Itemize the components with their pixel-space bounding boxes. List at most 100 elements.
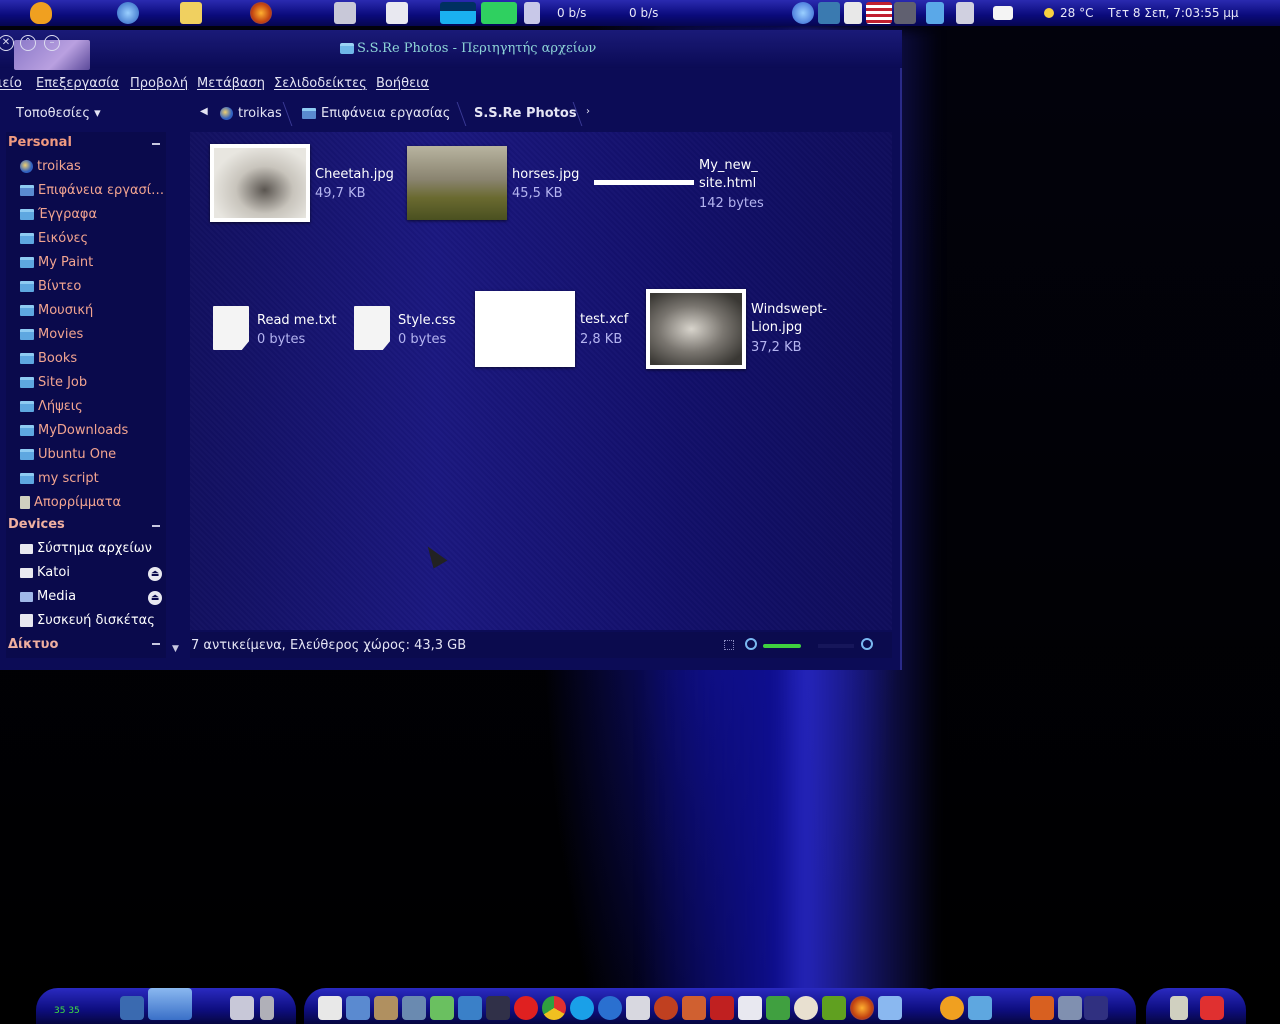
sidebar-item-videos[interactable]: Βίντεο (20, 279, 164, 294)
close-window-icon[interactable] (386, 2, 408, 24)
zoom-slider[interactable] (763, 644, 801, 648)
weather-temperature[interactable]: 28 °C (1060, 6, 1093, 20)
collapse-personal-icon[interactable] (152, 143, 160, 145)
zoom-out-icon[interactable] (745, 638, 757, 650)
sidebar-header-devices[interactable]: Devices (8, 517, 65, 532)
menu-file[interactable]: ιείο (0, 76, 22, 91)
file-name-line1[interactable]: My_new_ (699, 157, 758, 175)
breadcrumb-desktop[interactable]: Επιφάνεια εργασίας (302, 106, 450, 121)
breadcrumb-forward-arrow[interactable]: › (586, 106, 590, 117)
chrome-icon[interactable] (542, 996, 566, 1020)
sidebar-header-network[interactable]: Δίκτυο (8, 637, 58, 652)
sidebar-item-movies[interactable]: Movies (20, 327, 164, 342)
sidebar-item-books[interactable]: Books (20, 351, 164, 366)
minimize-icon[interactable]: – (44, 35, 60, 51)
screenshot-icon[interactable] (334, 2, 356, 24)
panel-clock[interactable]: Τετ 8 Σεπ, 7:03:55 μμ (1108, 6, 1239, 20)
desktop-icon[interactable] (120, 996, 144, 1020)
sticky-note-icon[interactable] (180, 2, 202, 24)
collapse-devices-icon[interactable] (152, 525, 160, 527)
css-file-icon[interactable] (354, 306, 390, 350)
mail-icon[interactable] (993, 6, 1013, 20)
sidebar-item-site-job[interactable]: Site Job (20, 375, 164, 390)
skype-icon[interactable] (570, 996, 594, 1020)
sidebar-item-desktop[interactable]: Επιφάνεια εργασί… (20, 183, 164, 198)
breadcrumb-troikas[interactable]: troikas (220, 106, 282, 121)
zoom-in-icon[interactable] (861, 638, 873, 650)
puzzle-icon[interactable] (766, 996, 790, 1020)
sidebar-item-filesystem[interactable]: Σύστημα αρχείων (20, 541, 164, 556)
menu-bookmarks[interactable]: Σελιδοδείκτες (274, 76, 367, 91)
sidebar-scroll-down-icon[interactable]: ▼ (172, 644, 179, 654)
game-icon[interactable] (822, 996, 846, 1020)
sidebar-item-mydownloads[interactable]: MyDownloads (20, 423, 164, 438)
menu-go[interactable]: Μετάβαση (197, 76, 265, 91)
file-thumbnail-cheetah[interactable] (210, 144, 310, 222)
cpu-monitor-icon[interactable] (440, 2, 476, 24)
text-editor-icon[interactable] (318, 996, 342, 1020)
window-titlebar[interactable]: ✕ ⌃ – S.S.Re Photos - Περιηγητής αρχείων (0, 30, 902, 70)
system-monitor-icon[interactable] (230, 996, 254, 1020)
folder-icon[interactable] (968, 996, 992, 1020)
firefox-window-icon[interactable] (1030, 996, 1054, 1020)
screenshot-icon[interactable] (626, 996, 650, 1020)
gnome-foot-icon[interactable] (30, 2, 52, 24)
file-view[interactable]: Cheetah.jpg 49,7 KB horses.jpg 45,5 KB M… (190, 132, 892, 630)
collapse-network-icon[interactable] (152, 643, 160, 645)
file-name[interactable]: Style.css (398, 312, 455, 330)
menu-help[interactable]: Βοήθεια (376, 76, 429, 91)
volume-icon[interactable] (956, 2, 974, 24)
dropbox-icon[interactable] (926, 2, 944, 24)
bird-icon[interactable] (794, 996, 818, 1020)
network-manager-icon[interactable] (894, 2, 916, 24)
us-flag-icon[interactable] (866, 2, 892, 24)
firefox-icon[interactable] (250, 2, 272, 24)
file-name[interactable]: test.xcf (580, 311, 628, 329)
sidebar-item-katoi[interactable]: Katoi (20, 565, 164, 580)
media-icon[interactable] (654, 996, 678, 1020)
dock-clock-label[interactable]: 35 35 (54, 1006, 80, 1016)
eject-katoi-icon[interactable]: ⏏ (148, 567, 162, 581)
globe-icon[interactable] (598, 996, 622, 1020)
window-preview-icon[interactable] (1084, 996, 1108, 1020)
window-preview-icon[interactable] (1058, 996, 1082, 1020)
usb-drive-icon[interactable] (260, 996, 274, 1020)
terminal-icon[interactable] (486, 996, 510, 1020)
file-name[interactable]: horses.jpg (512, 166, 579, 184)
memory-monitor-icon[interactable] (481, 2, 517, 24)
update-icon[interactable] (792, 2, 814, 24)
wireless-icon[interactable] (402, 996, 426, 1020)
gnome-foot-icon[interactable] (940, 996, 964, 1020)
trash-icon[interactable] (1170, 996, 1188, 1020)
sidebar-item-trash[interactable]: Απορρίμματα (20, 495, 164, 510)
power-icon[interactable] (1200, 996, 1224, 1020)
maximize-icon[interactable]: ⌃ (20, 35, 36, 51)
breadcrumb-current[interactable]: S.S.Re Photos (474, 106, 577, 121)
breadcrumb-back-arrow[interactable]: ◀ (200, 106, 208, 117)
places-dropdown[interactable]: Τοποθεσίες ▾ (16, 106, 101, 121)
resize-grip-icon[interactable] (724, 640, 734, 650)
eject-media-icon[interactable]: ⏏ (148, 591, 162, 605)
clipboard-icon[interactable] (844, 2, 862, 24)
sidebar-item-floppy[interactable]: Συσκευή δισκέτας (20, 613, 164, 628)
file-thumbnail-xcf[interactable] (475, 291, 575, 367)
file-name-line2[interactable]: Lion.jpg (751, 319, 802, 337)
file-thumbnail-lion[interactable] (646, 289, 746, 369)
menu-view[interactable]: Προβολή (130, 76, 188, 91)
filezilla-icon[interactable] (710, 996, 734, 1020)
file-manager-icon[interactable] (148, 988, 192, 1020)
file-name-line2[interactable]: site.html (699, 175, 756, 193)
file-thumbnail-html[interactable] (594, 180, 694, 185)
file-thumbnail-horses[interactable] (407, 146, 507, 220)
text-file-icon[interactable] (213, 306, 249, 350)
sidebar-item-pictures[interactable]: Εικόνες (20, 231, 164, 246)
virtualbox-icon[interactable] (346, 996, 370, 1020)
file-name[interactable]: Cheetah.jpg (315, 166, 394, 184)
file-name-line1[interactable]: Windswept- (751, 301, 827, 319)
brush-icon[interactable] (430, 996, 454, 1020)
zoom-track[interactable] (818, 644, 854, 648)
sidebar-item-ubuntu-one[interactable]: Ubuntu One (20, 447, 164, 462)
firefox-icon[interactable] (850, 996, 874, 1020)
tools-icon[interactable] (682, 996, 706, 1020)
file-name[interactable]: Read me.txt (257, 312, 336, 330)
